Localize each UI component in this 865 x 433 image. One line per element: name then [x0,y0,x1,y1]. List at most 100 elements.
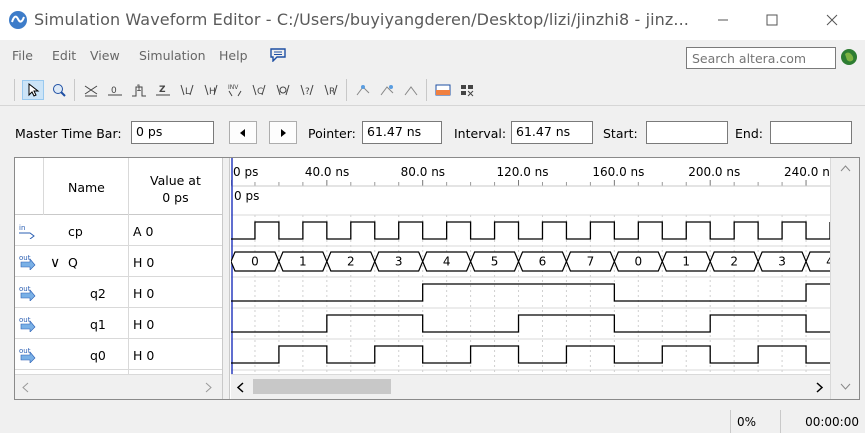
time-label: 0 ps [233,165,258,179]
minimize-icon [718,19,728,21]
sort-icon [380,85,394,96]
forcing-low-button[interactable]: 0 [104,80,126,100]
scroll-down-icon[interactable] [840,383,851,391]
time-label: 200.0 ns [688,165,740,179]
random-value-button[interactable]: R [320,80,342,100]
close-icon [826,14,838,26]
column-divider [43,158,44,215]
expand-chevron-icon[interactable]: ∨ [50,255,60,271]
zoom-tool-button[interactable] [48,80,70,100]
close-button[interactable] [812,6,852,34]
sort-button[interactable] [376,80,398,100]
end-field[interactable] [770,121,852,144]
random-value-icon: R [324,84,338,97]
scroll-up-icon[interactable] [840,164,851,172]
group-icon [404,86,418,96]
invert-icon: INV [228,84,242,97]
arbitrary-value-button[interactable]: ? [296,80,318,100]
start-field[interactable] [646,121,728,144]
waveform-cp [231,221,830,240]
clock-button[interactable] [272,80,294,100]
toolbar-separator [346,79,347,101]
menu-view[interactable]: View [90,48,120,63]
time-label: 40.0 ns [305,165,349,179]
signal-row-cp[interactable] [15,215,223,246]
value-column-header-line1: Value at [150,173,201,188]
waveform-q2 [231,283,830,302]
minimize-button[interactable] [703,6,743,34]
maximize-button[interactable] [752,6,792,34]
time-label: 240.0 ns [784,165,830,179]
weak-high-button[interactable]: H [200,80,222,100]
scroll-right-icon[interactable] [205,382,213,393]
scroll-left-icon[interactable] [236,382,244,393]
scrollbar-thumb[interactable] [253,379,391,394]
interval-field: 61.47 ns [511,121,593,144]
signal-row-q2[interactable] [15,277,223,308]
output-pin-icon: out [19,347,36,363]
invert-button[interactable]: INV [224,80,246,100]
forcing-high-button[interactable]: 1 [128,80,150,100]
pointer-tool-button[interactable] [22,80,44,100]
weak-high-icon: H [204,84,218,97]
menu-help[interactable]: Help [219,48,248,63]
grid-settings-button[interactable] [456,80,478,100]
svg-text:C: C [257,87,263,97]
arrow-left-icon [240,128,245,137]
pointer-icon [28,83,40,97]
bus-value-label: 4 [443,255,451,269]
signal-list-hscrollbar[interactable] [15,374,222,399]
svg-text:out: out [19,347,31,355]
waveform-canvas[interactable]: 0 ps 40.0 ns 80.0 ns 120.0 ns 160.0 ns 200.0 … [231,158,830,374]
name-column-header[interactable]: Name [68,180,105,195]
waveform-display[interactable]: 0 ps 40.0 ns 80.0 ns 120.0 ns 160.0 ns 200.0 … [231,158,830,374]
input-pin-icon: in [19,224,35,239]
svg-text:R: R [329,87,335,97]
weak-low-button[interactable]: L [176,80,198,100]
svg-text:in: in [19,224,25,232]
scroll-right-icon[interactable] [816,382,824,393]
value-column-header-line2: 0 ps [162,190,189,205]
forcing-unknown-button[interactable] [80,80,102,100]
count-value-icon: C [252,84,266,97]
next-transition-button[interactable] [269,121,297,144]
search-input[interactable] [686,47,836,69]
window-title: Simulation Waveform Editor - C:/Users/bu… [34,10,689,29]
snap-to-grid-button[interactable] [352,80,374,100]
menu-file[interactable]: File [12,48,33,63]
menu-edit[interactable]: Edit [52,48,76,63]
toolbar-grip [14,79,15,101]
forcing-high-icon: 1 [132,84,146,97]
svg-text:INV: INV [228,84,239,91]
zoom-icon [53,84,66,97]
signal-row-q[interactable] [15,246,223,277]
signal-row-q0[interactable] [15,339,223,370]
time-label: 160.0 ns [592,165,644,179]
vertical-scrollbar[interactable] [830,158,859,399]
globe-search-icon[interactable] [840,48,858,66]
maximize-icon [766,14,778,26]
group-button[interactable] [400,80,422,100]
value-column-header[interactable]: Value at 0 ps [150,172,201,206]
high-impedance-icon: Z [156,85,170,96]
signal-row-q1[interactable] [15,308,223,339]
clock-icon [276,84,290,96]
waveform-view-button[interactable] [432,80,454,100]
waveform-q1 [231,314,830,333]
master-time-bar-field[interactable]: 0 ps [131,121,214,144]
feedback-icon[interactable] [270,48,286,62]
signal-value: H 0 [133,286,155,301]
bus-value-label: 7 [587,255,595,269]
menu-simulation[interactable]: Simulation [139,48,206,63]
high-impedance-button[interactable]: Z [152,80,174,100]
signal-name: q1 [90,317,106,332]
output-pin-icon: out [19,316,36,332]
panel-splitter[interactable] [222,158,230,399]
svg-text:L: L [185,87,190,97]
previous-transition-button[interactable] [229,121,257,144]
snap-grid-icon [356,85,370,96]
forcing-unknown-icon [84,85,98,97]
scroll-left-icon[interactable] [21,382,29,393]
count-value-button[interactable]: C [248,80,270,100]
bus-value-label: 1 [299,255,307,269]
